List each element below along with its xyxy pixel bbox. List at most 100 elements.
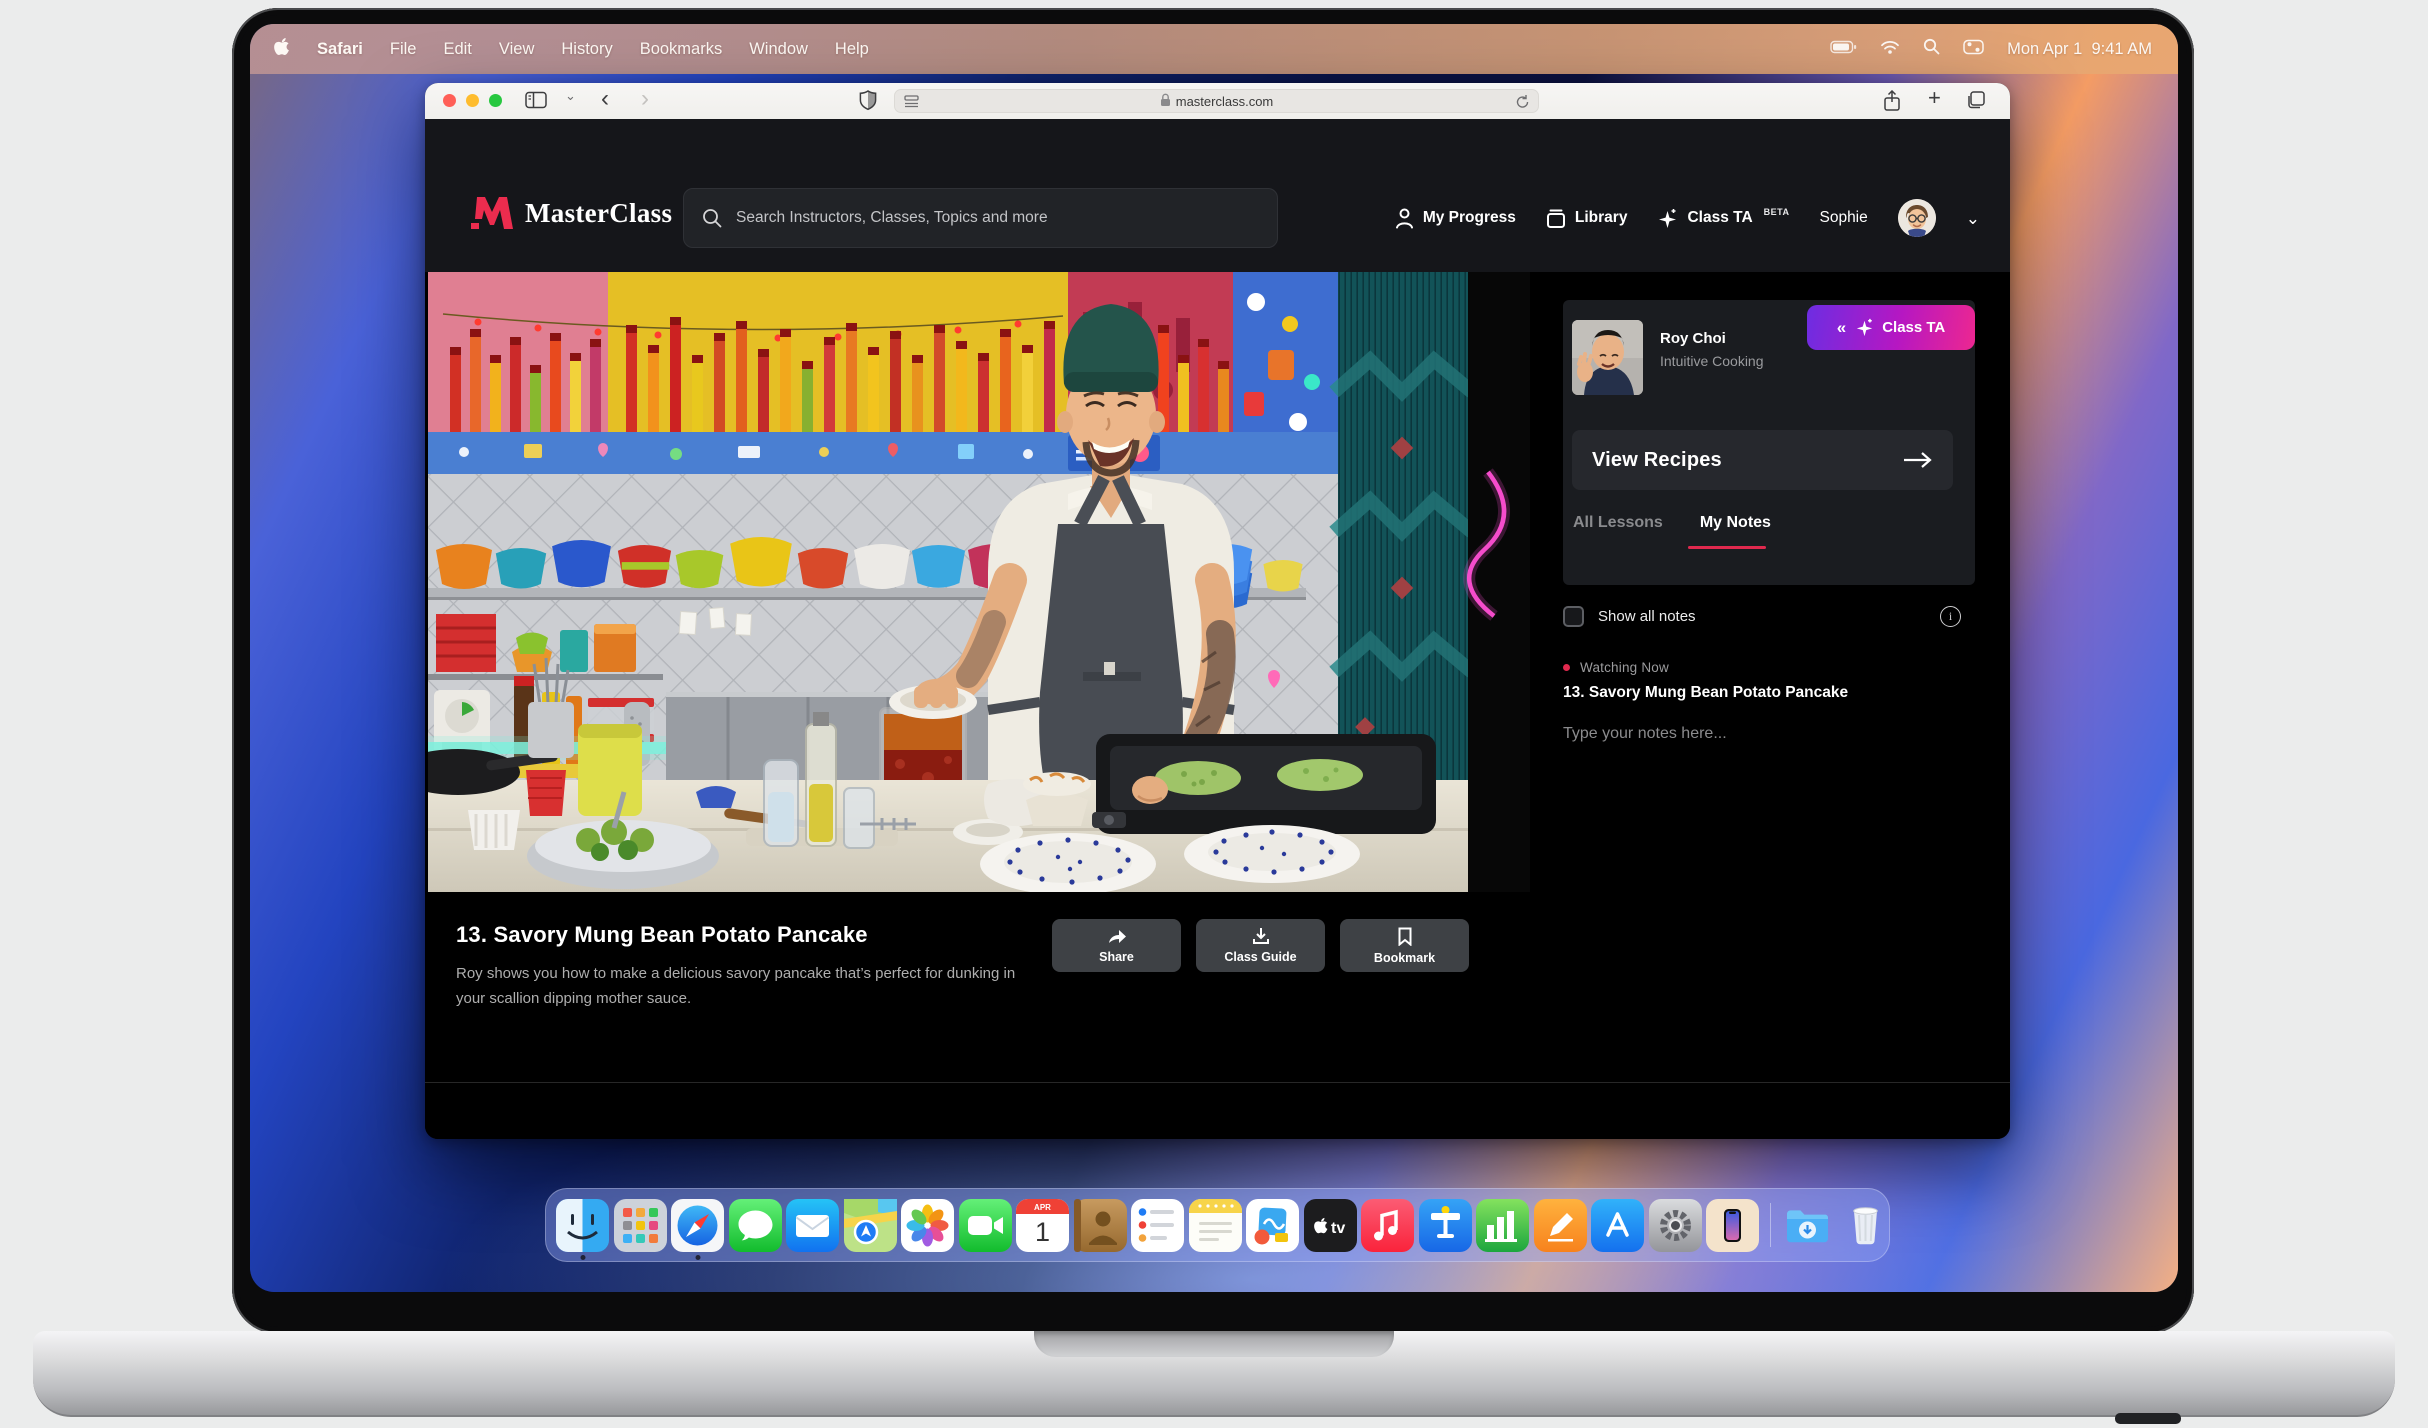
minimize-window-button[interactable] [466, 94, 479, 107]
sparkle-icon [1855, 318, 1874, 337]
dock-notes-icon[interactable] [1189, 1199, 1242, 1252]
show-all-notes-checkbox[interactable] [1563, 606, 1584, 627]
menu-bar-clock[interactable]: Mon Apr 1 9:41 AM [2007, 40, 2152, 59]
dock-mail-icon[interactable] [786, 1199, 839, 1252]
menu-bar-left: Safari File Edit View History Bookmarks … [274, 37, 869, 61]
nav-library[interactable]: Library [1546, 208, 1628, 229]
show-all-notes-label[interactable]: Show all notes [1598, 608, 1696, 625]
class-ta-sidebar: Roy Choi Intuitive Cooking « Class TA Vi… [1563, 300, 1975, 743]
dock-downloads-icon[interactable] [1781, 1199, 1834, 1252]
share-icon[interactable] [1883, 90, 1901, 117]
svg-text:1: 1 [1035, 1217, 1050, 1247]
account-chevron-down-icon[interactable]: ⌄ [1966, 210, 1980, 227]
bookmark-button[interactable]: Bookmark [1340, 919, 1469, 972]
dock-safari-icon[interactable] [671, 1199, 724, 1252]
masterclass-logo[interactable]: MasterClass [471, 195, 672, 231]
dock-photos-icon[interactable] [901, 1199, 954, 1252]
notes-controls: Show all notes i [1563, 606, 1975, 627]
menu-app-name[interactable]: Safari [317, 40, 363, 59]
reload-icon[interactable] [1515, 94, 1530, 113]
dock-numbers-icon[interactable] [1476, 1199, 1529, 1252]
search-icon [702, 208, 722, 228]
instructor-thumbnail[interactable] [1572, 320, 1643, 395]
sidebar-chevron-icon[interactable]: ⌄ [565, 88, 576, 104]
wifi-icon[interactable] [1880, 39, 1900, 60]
lesson-title: 13. Savory Mung Bean Potato Pancake [456, 922, 1016, 948]
dotted-plate-2 [1184, 825, 1360, 883]
dock-messages-icon[interactable] [729, 1199, 782, 1252]
dock-music-icon[interactable] [1361, 1199, 1414, 1252]
search-bar[interactable]: Search Instructors, Classes, Topics and … [683, 188, 1278, 248]
sidebar-toggle-icon[interactable] [525, 91, 547, 114]
page-format-icon[interactable] [904, 95, 919, 112]
avatar[interactable] [1898, 199, 1936, 237]
lesson-video[interactable] [428, 272, 1530, 892]
active-tab-underline [1688, 546, 1766, 549]
tab-my-notes[interactable]: My Notes [1700, 514, 1771, 532]
dock: APR1 tv [545, 1188, 1890, 1262]
notes-input[interactable]: Type your notes here... [1563, 725, 1975, 743]
macbook-foot [2115, 1413, 2181, 1424]
back-icon[interactable]: ‹ [601, 85, 609, 113]
lesson-actions: Share Class Guide Bookmark [1052, 919, 1469, 972]
tab-all-lessons[interactable]: All Lessons [1573, 514, 1663, 532]
beta-badge: BETA [1764, 207, 1790, 217]
nav-class-ta[interactable]: Class TABETA [1657, 208, 1789, 229]
menu-view[interactable]: View [499, 40, 534, 59]
privacy-shield-icon[interactable] [859, 90, 877, 116]
dock-calendar-icon[interactable]: APR1 [1016, 1199, 1069, 1252]
class-ta-button[interactable]: « Class TA [1807, 305, 1975, 350]
dock-facetime-icon[interactable] [959, 1199, 1012, 1252]
desktop: Safari File Edit View History Bookmarks … [0, 0, 2428, 1428]
tab-overview-icon[interactable] [1966, 91, 1985, 115]
panel-tabs: All Lessons My Notes [1573, 514, 1771, 532]
search-icon[interactable] [1923, 38, 1940, 60]
dock-iphone-mirroring-icon[interactable] [1706, 1199, 1759, 1252]
control-center-icon[interactable] [1963, 39, 1984, 60]
macbook-screen: Safari File Edit View History Bookmarks … [250, 24, 2178, 1292]
notes-lesson-title: 13. Savory Mung Bean Potato Pancake [1563, 684, 1975, 702]
menu-history[interactable]: History [561, 40, 612, 59]
menu-edit[interactable]: Edit [443, 40, 471, 59]
dock-launchpad-icon[interactable] [614, 1199, 667, 1252]
dock-keynote-icon[interactable] [1419, 1199, 1472, 1252]
menu-bookmarks[interactable]: Bookmarks [640, 40, 723, 59]
collapse-panel-icon[interactable]: « [1837, 318, 1845, 338]
new-tab-icon[interactable]: + [1928, 85, 1941, 111]
info-icon[interactable]: i [1940, 606, 1961, 627]
view-recipes-button[interactable]: View Recipes [1572, 430, 1953, 490]
lock-icon [1160, 93, 1171, 110]
class-guide-button[interactable]: Class Guide [1196, 919, 1325, 972]
nav-my-progress[interactable]: My Progress [1395, 208, 1516, 229]
dock-finder-icon[interactable] [556, 1199, 609, 1252]
share-button[interactable]: Share [1052, 919, 1181, 972]
class-name: Intuitive Cooking [1660, 353, 1764, 369]
dock-freeform-icon[interactable] [1246, 1199, 1299, 1252]
site-header: MasterClass Search Instructors, Classes,… [425, 119, 2010, 272]
menu-window[interactable]: Window [749, 40, 808, 59]
dock-maps-icon[interactable] [844, 1199, 897, 1252]
dock-reminders-icon[interactable] [1131, 1199, 1184, 1252]
dock-settings-icon[interactable] [1649, 1199, 1702, 1252]
address-bar[interactable]: masterclass.com [894, 89, 1539, 113]
lid-lift-notch [1034, 1331, 1394, 1357]
download-icon [1252, 927, 1270, 945]
lesson-info: 13. Savory Mung Bean Potato Pancake Roy … [456, 922, 1016, 1011]
dock-trash-icon[interactable] [1839, 1199, 1892, 1252]
dock-contacts-icon[interactable] [1074, 1199, 1127, 1252]
forward-icon[interactable]: › [641, 85, 649, 113]
masterclass-wordmark: MasterClass [525, 198, 672, 229]
battery-icon[interactable] [1830, 39, 1857, 60]
person-icon [1395, 208, 1414, 229]
arrow-right-icon [1903, 451, 1933, 469]
close-window-button[interactable] [443, 94, 456, 107]
menu-file[interactable]: File [390, 40, 417, 59]
share-arrow-icon [1107, 928, 1127, 945]
menu-help[interactable]: Help [835, 40, 869, 59]
zoom-window-button[interactable] [489, 94, 502, 107]
apple-menu-icon[interactable] [274, 37, 290, 61]
dock-tv-icon[interactable]: tv [1304, 1199, 1357, 1252]
dock-appstore-icon[interactable] [1591, 1199, 1644, 1252]
dock-pages-icon[interactable] [1534, 1199, 1587, 1252]
sparkle-icon [1657, 208, 1678, 229]
